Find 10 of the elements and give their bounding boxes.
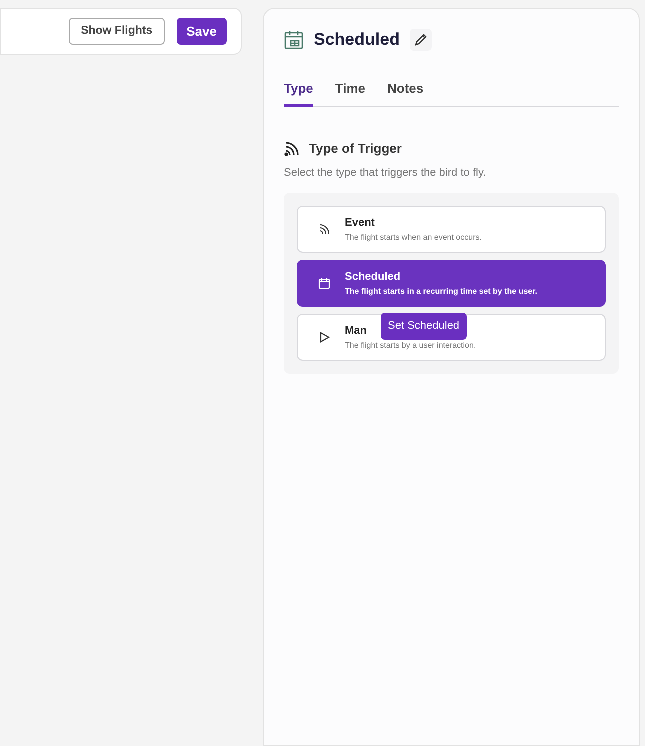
option-description: The flight starts when an event occurs. xyxy=(345,232,482,244)
option-description: The flight starts by a user interaction. xyxy=(345,340,476,352)
option-label: Event xyxy=(345,216,375,232)
tooltip: Set Scheduled xyxy=(381,313,467,340)
section-title: Type of Trigger xyxy=(309,140,402,158)
panel-title: Scheduled xyxy=(314,29,400,51)
section-hint: Select the type that triggers the bird to fly. xyxy=(284,166,488,180)
option-label: Man xyxy=(345,324,367,340)
option-description: The flight starts in a recurring time set by the user. xyxy=(345,286,538,298)
option-label: Scheduled xyxy=(345,270,401,286)
